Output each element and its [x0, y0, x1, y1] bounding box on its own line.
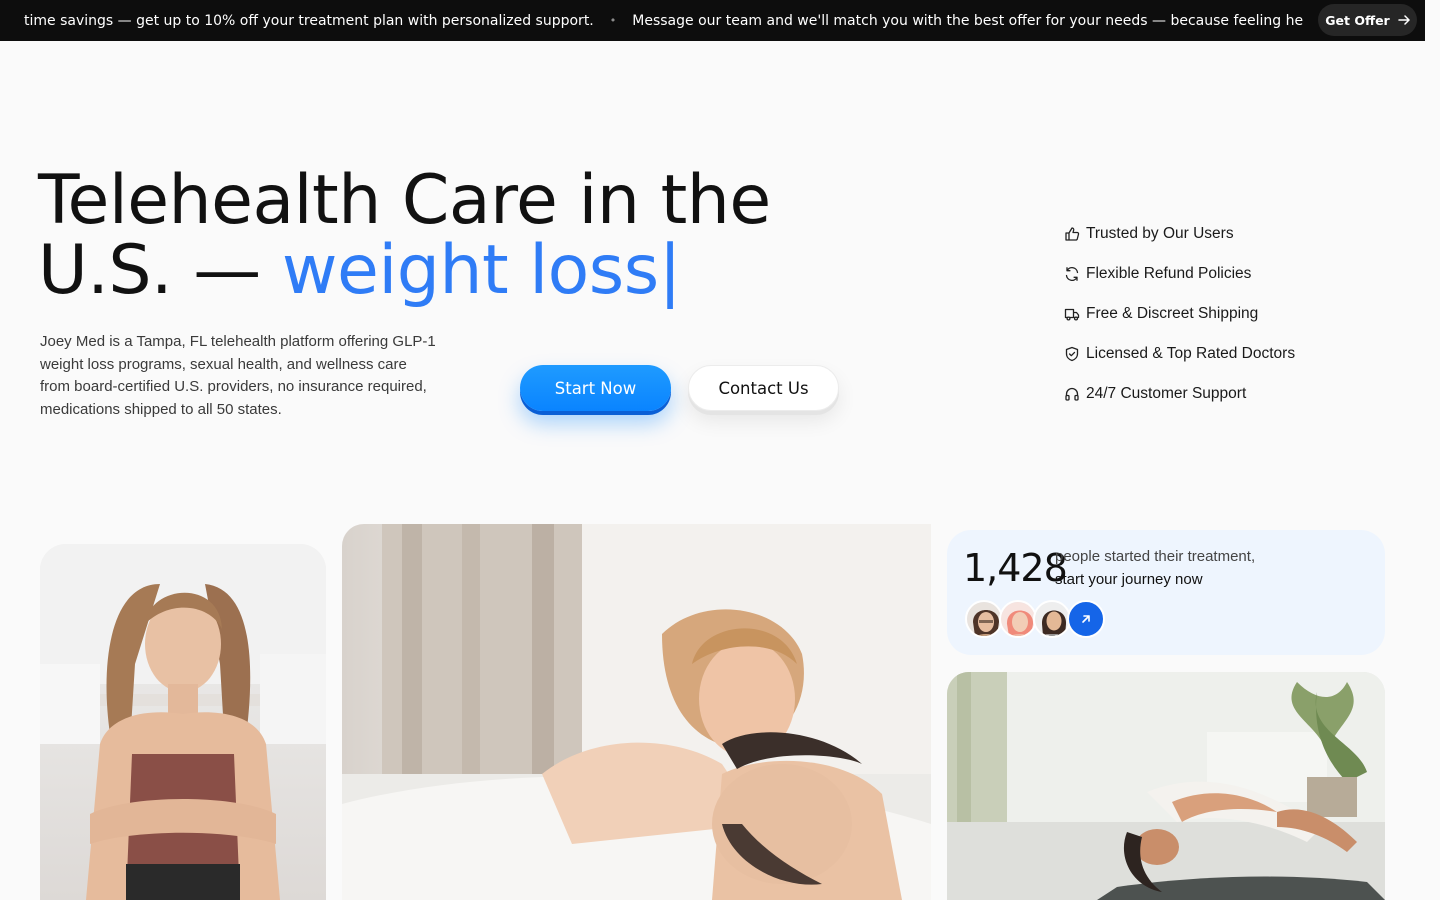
announcement-bar: time savings — get up to 10% off your tr…: [0, 0, 1425, 41]
feature-label: Licensed & Top Rated Doctors: [1086, 345, 1296, 362]
woman-illustration: [40, 544, 326, 900]
hero-description: Joey Med is a Tampa, FL telehealth platf…: [40, 333, 436, 418]
stats-caption: people started their treatment,: [1055, 548, 1256, 565]
contact-us-button[interactable]: Contact Us: [688, 365, 839, 411]
feature-item: Licensed & Top Rated Doctors: [1064, 334, 1394, 374]
couple-photo: [342, 524, 931, 900]
arrow-right-icon: [1397, 15, 1410, 25]
ticker-separator: •: [609, 14, 617, 27]
feature-list: Trusted by Our Users Flexible Refund Pol…: [1064, 214, 1394, 414]
start-journey-button[interactable]: [1067, 600, 1105, 638]
feature-item: 24/7 Customer Support: [1064, 374, 1394, 414]
refresh-icon: [1065, 267, 1079, 281]
hero-title: Telehealth Care in the U.S. — weight los…: [38, 166, 798, 306]
feature-label: Trusted by Our Users: [1086, 225, 1234, 242]
couple-illustration: [342, 524, 931, 900]
shield-check-icon: [1065, 346, 1079, 362]
headphones-icon: [1065, 387, 1079, 401]
treatment-stats-card[interactable]: 1,428 people started their treatment, st…: [947, 530, 1385, 655]
get-offer-button[interactable]: Get Offer: [1318, 4, 1417, 36]
feature-label: Flexible Refund Policies: [1086, 265, 1252, 282]
arrow-up-right-icon: [1082, 615, 1090, 623]
feature-item: Flexible Refund Policies: [1064, 254, 1394, 294]
announcement-message: Message our team and we'll match you wit…: [632, 12, 1304, 29]
treatment-count: 1,428: [963, 546, 1068, 590]
announcement-ticker: time savings — get up to 10% off your tr…: [24, 0, 1304, 41]
stats-cta-text: start your journey now: [1055, 571, 1203, 588]
avatar: [965, 600, 1003, 638]
feature-item: Free & Discreet Shipping: [1064, 294, 1394, 334]
feature-label: 24/7 Customer Support: [1086, 385, 1247, 402]
avatar: [1033, 600, 1071, 638]
yoga-photo: [947, 672, 1385, 900]
woman-photo: [40, 544, 326, 900]
get-offer-label: Get Offer: [1325, 12, 1390, 28]
feature-label: Free & Discreet Shipping: [1086, 305, 1259, 322]
truck-icon: [1064, 308, 1080, 321]
avatar-group: [965, 600, 1105, 638]
avatar: [999, 600, 1037, 638]
hero-title-accent: weight loss|: [281, 231, 682, 310]
start-now-button[interactable]: Start Now: [520, 365, 671, 411]
feature-item: Trusted by Our Users: [1064, 214, 1394, 254]
announcement-message: time savings — get up to 10% off your tr…: [24, 12, 594, 29]
yoga-illustration: [947, 672, 1385, 900]
thumbs-up-icon: [1065, 227, 1080, 241]
